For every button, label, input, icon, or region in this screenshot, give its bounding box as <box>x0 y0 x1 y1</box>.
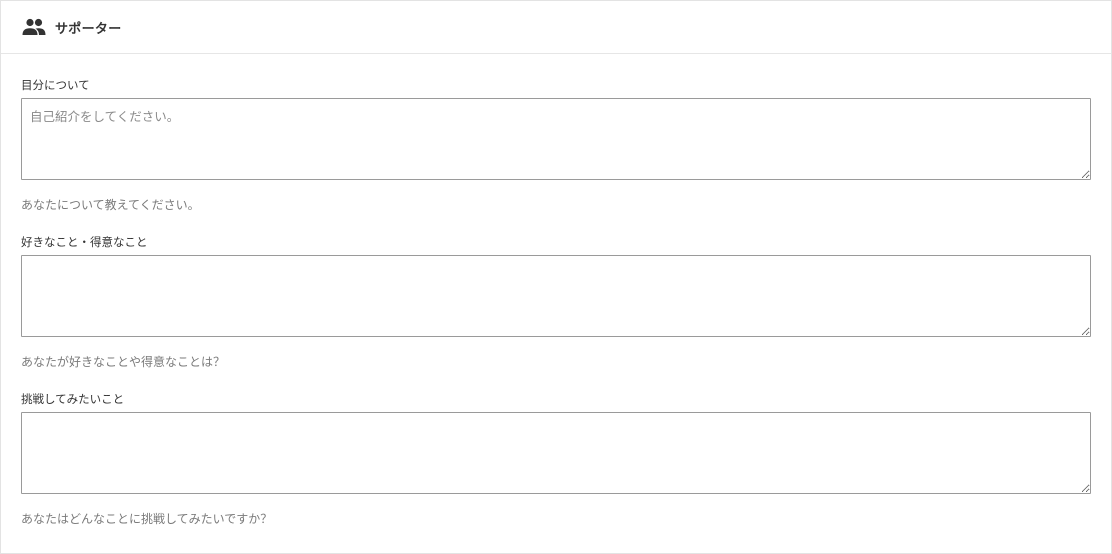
people-icon <box>22 15 46 39</box>
field-label: 挑戦してみたいこと <box>21 392 125 406</box>
supporter-card: サポーター 目分について あなたについて教えてください。 好きなこと・得意なこと… <box>0 0 1112 554</box>
about-self-textarea[interactable] <box>21 98 1091 180</box>
card-body: 目分について あなたについて教えてください。 好きなこと・得意なこと あなたが好… <box>1 54 1111 528</box>
card-title: サポーター <box>55 21 122 37</box>
field-help-text: あなたについて教えてください。 <box>21 198 200 212</box>
challenges-textarea[interactable] <box>21 412 1091 494</box>
field-label: 目分について <box>21 78 90 92</box>
field-help-text: あなたはどんなことに挑戦してみたいですか？ <box>21 512 273 526</box>
field-likes-strengths: 好きなこと・得意なこと あなたが好きなことや得意なことは？ <box>21 233 1091 371</box>
field-help-text: あなたが好きなことや得意なことは？ <box>21 355 226 369</box>
card-header: サポーター <box>1 1 1111 54</box>
likes-strengths-textarea[interactable] <box>21 255 1091 337</box>
field-challenges: 挑戦してみたいこと あなたはどんなことに挑戦してみたいですか？ <box>21 390 1091 528</box>
field-label: 好きなこと・得意なこと <box>21 235 148 249</box>
field-about-self: 目分について あなたについて教えてください。 <box>21 76 1091 214</box>
